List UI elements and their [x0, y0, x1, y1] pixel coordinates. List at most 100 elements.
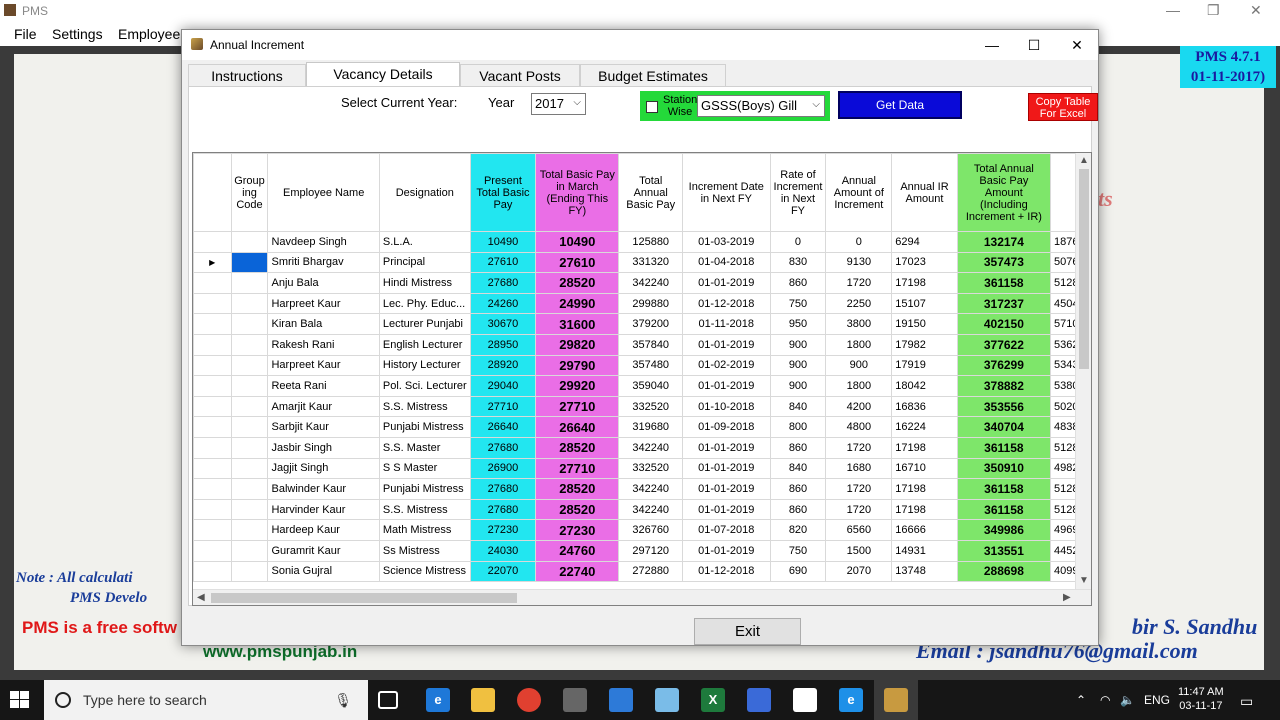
col-increment-date[interactable]: Increment Date in Next FY [682, 153, 771, 232]
cell-present-basic-pay[interactable]: 24030 [469, 539, 537, 562]
scroll-down-icon[interactable]: ▼ [1079, 575, 1089, 586]
cell-total-annual-pay[interactable]: 357473 [956, 251, 1051, 274]
cell-designation[interactable]: Science Mistress [378, 560, 471, 583]
scroll-right-icon[interactable]: ▶ [1063, 592, 1071, 603]
cell-total-annual-pay[interactable]: 376299 [956, 354, 1051, 377]
cell-rate-of-increment[interactable]: 840 [769, 457, 827, 480]
table-row[interactable]: Hardeep Kaur Math Mistress 27230 27230 32676… [193, 519, 1091, 541]
cell-employee-name[interactable]: Sarbjit Kaur [267, 416, 380, 438]
cell-annual-ir[interactable]: 19150 [891, 313, 958, 335]
cell-present-basic-pay[interactable]: 26640 [469, 416, 537, 438]
cell-designation[interactable]: S.L.A. [378, 231, 471, 253]
cell-employee-name[interactable]: Hardeep Kaur [267, 519, 380, 541]
cell-grouping-code[interactable] [230, 272, 269, 294]
cell-basic-pay-march[interactable]: 29820 [535, 333, 620, 356]
cell-annual-ir[interactable]: 14931 [891, 539, 958, 562]
cell-present-basic-pay[interactable]: 28950 [469, 333, 537, 356]
cell-grouping-code[interactable] [230, 354, 269, 377]
cell-annual-basic-pay[interactable]: 319680 [618, 416, 683, 438]
cell-rate-of-increment[interactable]: 860 [769, 436, 827, 459]
cell-grouping-code[interactable] [230, 560, 269, 583]
horizontal-scroll-thumb[interactable] [211, 593, 517, 603]
cell-annual-basic-pay[interactable]: 342240 [618, 498, 683, 521]
table-row[interactable]: Kiran Bala Lecturer Punjabi 30670 31600 3792… [193, 313, 1091, 335]
cell-increment-date[interactable]: 01-01-2019 [682, 539, 771, 562]
notification-center-icon[interactable]: ▭ [1240, 693, 1253, 710]
row-header[interactable] [193, 375, 232, 397]
cell-basic-pay-march[interactable]: 22740 [535, 560, 620, 583]
cell-rate-of-increment[interactable]: 840 [769, 395, 827, 418]
edge-browser-icon[interactable]: e [426, 688, 450, 712]
year-select[interactable]: 2017 ⌵ [531, 93, 586, 115]
cell-employee-name[interactable]: Harpreet Kaur [267, 354, 380, 377]
dialog-maximize-icon[interactable]: ☐ [1019, 35, 1049, 55]
table-row[interactable]: Balwinder Kaur Punjabi Mistress 27680 28520… [193, 478, 1091, 500]
school-select[interactable]: GSSS(Boys) Gill ⌵ [697, 95, 825, 117]
cell-designation[interactable]: Hindi Mistress [378, 272, 471, 294]
cell-annual-increment[interactable]: 900 [825, 354, 893, 377]
cell-total-annual-pay[interactable]: 313551 [956, 539, 1051, 562]
window-app-icon[interactable] [747, 688, 771, 712]
taskbar-search-box[interactable]: Type here to search 🎙 [44, 680, 368, 720]
excel-icon[interactable]: X [701, 688, 725, 712]
cell-basic-pay-march[interactable]: 28520 [535, 436, 620, 459]
cell-increment-date[interactable]: 01-04-2018 [682, 251, 771, 274]
cell-present-basic-pay[interactable]: 10490 [469, 231, 537, 253]
cell-designation[interactable]: S.S. Mistress [378, 498, 471, 521]
cell-annual-basic-pay[interactable]: 359040 [618, 375, 683, 397]
cell-employee-name[interactable]: Anju Bala [267, 272, 380, 294]
cell-annual-basic-pay[interactable]: 342240 [618, 272, 683, 294]
cell-designation[interactable]: Punjabi Mistress [378, 478, 471, 500]
cell-increment-date[interactable]: 01-03-2019 [682, 231, 771, 253]
cell-rate-of-increment[interactable]: 800 [769, 416, 827, 438]
cell-total-annual-pay[interactable]: 349986 [956, 519, 1051, 541]
restore-icon[interactable]: ❐ [1207, 2, 1220, 19]
cell-designation[interactable]: Pol. Sci. Lecturer [378, 375, 471, 397]
cell-rate-of-increment[interactable]: 0 [769, 231, 827, 253]
cell-rate-of-increment[interactable]: 830 [769, 251, 827, 274]
windows-start-icon[interactable] [10, 691, 30, 709]
col-rate-of-increment[interactable]: Rate of Increment in Next FY [769, 153, 827, 232]
cell-basic-pay-march[interactable]: 26640 [535, 416, 620, 438]
cell-designation[interactable]: Lecturer Punjabi [378, 313, 471, 335]
cell-employee-name[interactable]: Navdeep Singh [267, 231, 380, 253]
calculator-icon[interactable] [563, 688, 587, 712]
row-header[interactable] [193, 395, 232, 418]
cell-annual-ir[interactable]: 17198 [891, 272, 958, 294]
vertical-scrollbar[interactable]: ▲ ▼ [1075, 153, 1091, 591]
cell-increment-date[interactable]: 01-02-2019 [682, 354, 771, 377]
cell-annual-basic-pay[interactable]: 125880 [618, 231, 683, 253]
col-total-annual-pay[interactable]: Total Annual Basic Pay Amount (Including… [956, 153, 1051, 232]
cell-employee-name[interactable]: Sonia Gujral [267, 560, 380, 583]
row-header[interactable] [193, 457, 232, 480]
dialog-minimize-icon[interactable]: — [977, 35, 1007, 55]
cell-basic-pay-march[interactable]: 28520 [535, 478, 620, 500]
cell-annual-basic-pay[interactable]: 331320 [618, 251, 683, 274]
table-row[interactable]: Amarjit Kaur S.S. Mistress 27710 27710 33252… [193, 395, 1091, 418]
cell-total-annual-pay[interactable]: 353556 [956, 395, 1051, 418]
cell-employee-name[interactable]: Harvinder Kaur [267, 498, 380, 521]
cell-employee-name[interactable]: Guramrit Kaur [267, 539, 380, 562]
cell-annual-ir[interactable]: 16666 [891, 519, 958, 541]
cell-rate-of-increment[interactable]: 950 [769, 313, 827, 335]
cell-grouping-code[interactable] [230, 375, 269, 397]
tab-vacancy-details[interactable]: Vacancy Details [306, 62, 460, 88]
wifi-icon[interactable]: ◠ [1100, 693, 1110, 707]
cell-increment-date[interactable]: 01-12-2018 [682, 292, 771, 315]
cell-rate-of-increment[interactable]: 750 [769, 539, 827, 562]
cell-annual-increment[interactable]: 4800 [825, 416, 893, 438]
table-row[interactable]: Harpreet Kaur History Lecturer 28920 29790 3… [193, 354, 1091, 377]
task-view-icon[interactable] [378, 691, 398, 709]
cell-increment-date[interactable]: 01-01-2019 [682, 333, 771, 356]
cell-annual-ir[interactable]: 17982 [891, 333, 958, 356]
cell-basic-pay-march[interactable]: 28520 [535, 498, 620, 521]
language-indicator[interactable]: ENG [1144, 693, 1170, 707]
cell-present-basic-pay[interactable]: 22070 [469, 560, 537, 583]
col-annual-ir[interactable]: Annual IR Amount [891, 153, 958, 232]
get-data-button[interactable]: Get Data [838, 91, 962, 119]
cell-present-basic-pay[interactable]: 27680 [469, 478, 537, 500]
cell-annual-ir[interactable]: 15107 [891, 292, 958, 315]
cell-increment-date[interactable]: 01-01-2019 [682, 478, 771, 500]
exit-button[interactable]: Exit [694, 618, 801, 645]
col-grouping-code[interactable]: Group ing Code [230, 153, 269, 232]
